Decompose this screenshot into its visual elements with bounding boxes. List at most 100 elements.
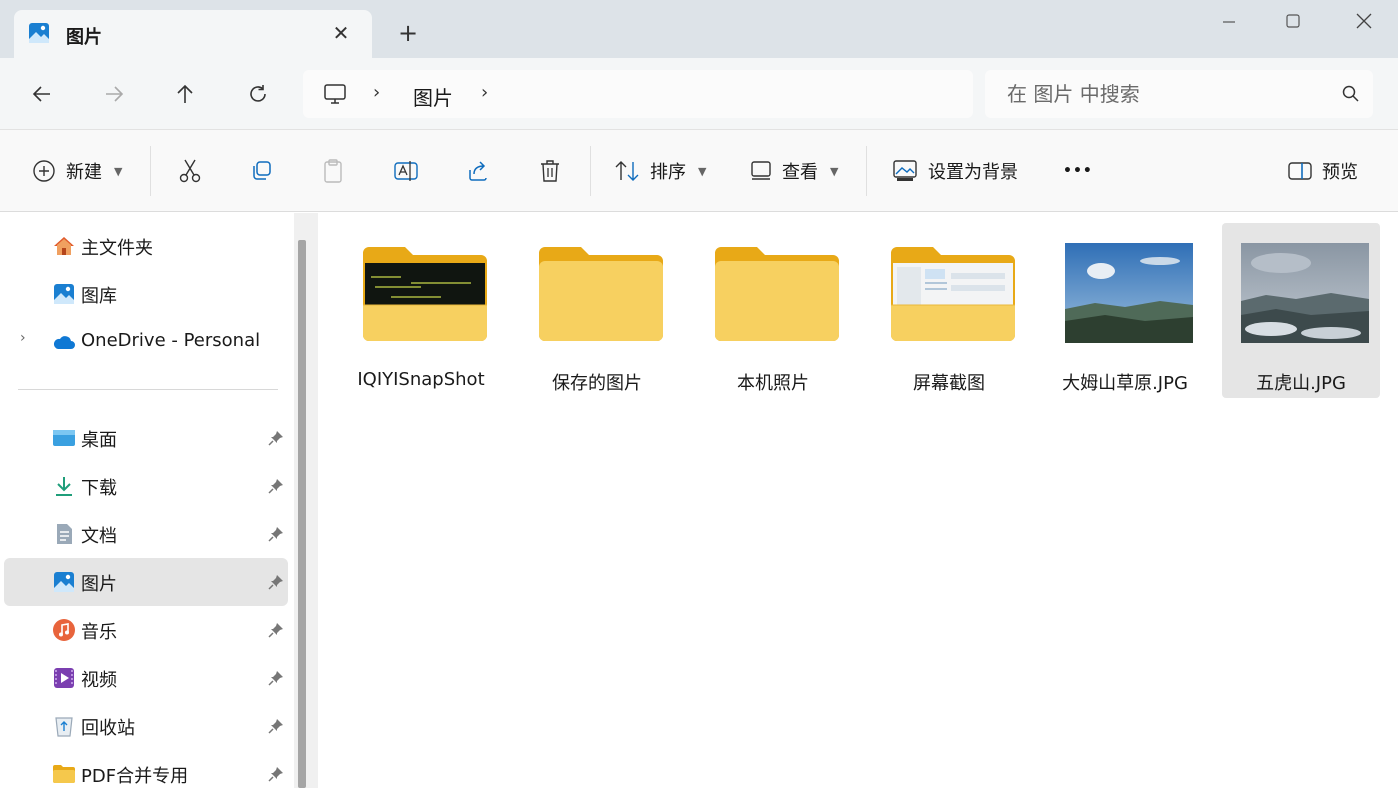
pin-icon[interactable] — [268, 574, 284, 590]
navigation-pane: 主文件夹 图库 › OneDrive - Personal 桌面 下载 文档 图… — [0, 213, 300, 788]
file-name: IQIYISnapShot — [357, 369, 485, 390]
sidebar-item-label: OneDrive - Personal — [81, 330, 261, 351]
sidebar-item-pdf-folder[interactable]: PDF合并专用 — [4, 750, 288, 788]
view-label: 查看 — [782, 162, 818, 183]
trash-icon — [541, 160, 559, 182]
folder-item[interactable]: 保存的图片 — [518, 223, 676, 398]
delete-button[interactable] — [538, 156, 562, 186]
sidebar-item-videos[interactable]: 视频 — [4, 654, 288, 702]
folder-item[interactable]: IQIYISnapShot — [342, 223, 500, 398]
folder-icon — [53, 765, 75, 783]
tab-title: 图片 — [66, 27, 102, 48]
sidebar-item-desktop[interactable]: 桌面 — [4, 414, 288, 462]
up-arrow-icon — [177, 84, 193, 103]
divider — [150, 146, 151, 196]
back-button[interactable] — [28, 80, 56, 108]
image-file-item[interactable]: 五虎山.JPG — [1222, 223, 1380, 398]
sidebar-item-label: 主文件夹 — [81, 238, 153, 259]
sort-button[interactable]: 排序 ▼ — [614, 156, 706, 186]
sidebar-item-label: 下载 — [81, 478, 117, 499]
view-button[interactable]: 查看 ▼ — [750, 156, 838, 186]
preview-pane-button[interactable]: 预览 — [1288, 156, 1358, 186]
this-pc-icon[interactable] — [323, 82, 347, 106]
close-window-icon[interactable] — [1350, 8, 1378, 36]
folder-icon — [715, 247, 839, 341]
up-button[interactable] — [171, 80, 199, 108]
search-input[interactable] — [1007, 80, 1327, 108]
divider — [590, 146, 591, 196]
sidebar-item-label: 音乐 — [81, 622, 117, 643]
cut-button[interactable] — [178, 156, 202, 186]
navigation-bar: › 图片 › — [0, 58, 1398, 130]
breadcrumb-chevron[interactable]: › — [373, 82, 380, 103]
search-box[interactable] — [985, 70, 1373, 118]
pin-icon[interactable] — [268, 526, 284, 542]
divider — [866, 146, 867, 196]
expand-chevron-icon[interactable]: › — [20, 330, 26, 346]
sidebar-item-onedrive[interactable]: › OneDrive - Personal — [4, 318, 288, 366]
folder-item[interactable]: 屏幕截图 — [870, 223, 1028, 398]
clipboard-icon — [324, 159, 342, 183]
search-icon[interactable] — [1341, 84, 1361, 104]
documents-icon — [57, 524, 72, 544]
pin-icon[interactable] — [268, 766, 284, 782]
sidebar-item-label: PDF合并专用 — [81, 766, 189, 787]
sidebar-item-label: 图库 — [81, 286, 117, 307]
pin-icon[interactable] — [268, 622, 284, 638]
sidebar-item-label: 图片 — [81, 574, 117, 595]
sort-label: 排序 — [650, 162, 686, 183]
new-label: 新建 — [66, 162, 102, 183]
pin-icon[interactable] — [268, 670, 284, 686]
minimize-icon[interactable] — [1215, 8, 1243, 36]
onedrive-cloud-icon — [53, 336, 75, 349]
file-name: 五虎山.JPG — [1256, 373, 1346, 394]
refresh-button[interactable] — [244, 80, 272, 108]
image-file-item[interactable]: 大姆山草原.JPG — [1046, 223, 1204, 398]
maximize-icon[interactable] — [1279, 8, 1307, 36]
sidebar-item-recycle-bin[interactable]: 回收站 — [4, 702, 288, 750]
new-tab-button[interactable]: + — [395, 20, 421, 46]
more-options-button[interactable]: ••• — [1063, 156, 1093, 186]
sidebar-scrollbar-thumb[interactable] — [298, 240, 306, 788]
pin-icon[interactable] — [268, 718, 284, 734]
sidebar-item-documents[interactable]: 文档 — [4, 510, 288, 558]
sidebar-item-label: 视频 — [81, 670, 117, 691]
breadcrumb-pictures[interactable]: 图片 — [413, 82, 453, 111]
sidebar-item-home[interactable]: 主文件夹 — [4, 222, 288, 270]
file-list: IQIYISnapShot 保存的图片 本机照片 屏幕截图 大姆山草原.JPG … — [318, 213, 1398, 788]
videos-icon — [54, 668, 74, 688]
file-name: 本机照片 — [737, 373, 809, 394]
sidebar-item-music[interactable]: 音乐 — [4, 606, 288, 654]
set-background-icon — [893, 160, 917, 181]
share-button[interactable] — [466, 156, 490, 186]
folder-item[interactable]: 本机照片 — [694, 223, 852, 398]
address-bar[interactable]: › 图片 › — [303, 70, 973, 118]
paste-button[interactable] — [321, 156, 345, 186]
rename-button[interactable] — [393, 156, 419, 186]
sidebar-item-gallery[interactable]: 图库 — [4, 270, 288, 318]
sidebar-item-label: 回收站 — [81, 718, 135, 739]
refresh-icon — [250, 85, 266, 102]
sort-icon — [615, 161, 639, 181]
sidebar-divider — [18, 389, 278, 390]
preview-label: 预览 — [1322, 162, 1358, 183]
back-arrow-icon — [32, 86, 50, 102]
tab-close-icon[interactable]: ✕ — [328, 20, 354, 46]
chevron-down-icon: ▼ — [114, 164, 123, 178]
sidebar-item-downloads[interactable]: 下载 — [4, 462, 288, 510]
rename-icon — [394, 161, 418, 181]
copy-button[interactable] — [249, 156, 273, 186]
chevron-down-icon: ▼ — [830, 164, 839, 178]
pin-icon[interactable] — [268, 478, 284, 494]
folder-with-preview-icon — [891, 247, 1015, 341]
forward-button[interactable] — [100, 80, 128, 108]
set-background-button[interactable]: 设置为背景 — [892, 156, 1018, 186]
pin-icon[interactable] — [268, 430, 284, 446]
breadcrumb-chevron[interactable]: › — [481, 82, 488, 103]
sidebar-item-label: 桌面 — [81, 430, 117, 451]
download-icon — [56, 477, 72, 496]
tab-pictures[interactable]: 图片 ✕ — [14, 10, 372, 58]
new-button[interactable]: 新建 ▼ — [32, 156, 122, 186]
sidebar-item-pictures[interactable]: 图片 — [4, 558, 288, 606]
view-icon — [751, 161, 771, 180]
